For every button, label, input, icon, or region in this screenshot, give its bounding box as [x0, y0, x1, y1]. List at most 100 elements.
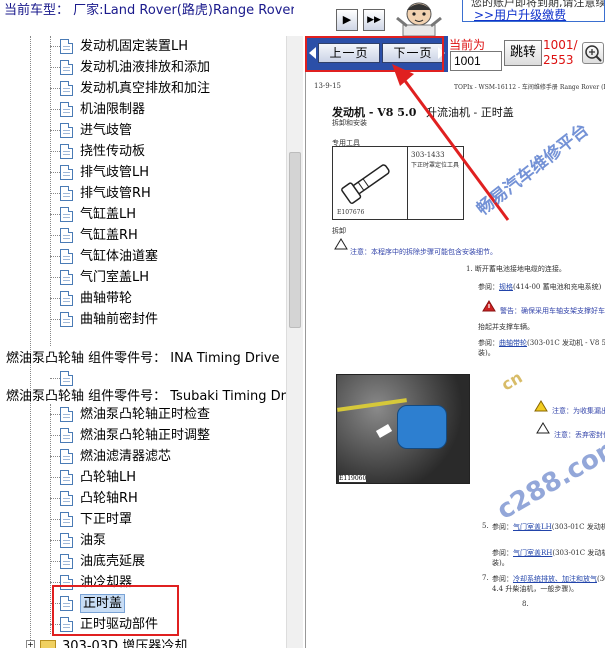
- caution-triangle-icon: [534, 400, 548, 412]
- ref-2-link[interactable]: 曲轴带轮: [499, 339, 527, 347]
- ref-1-prefix: 参阅：: [478, 283, 499, 291]
- ref-7-link[interactable]: 冷却系统排放、加注和放气: [513, 575, 597, 583]
- expand-plus-icon[interactable]: +: [26, 640, 35, 648]
- tree-group-tsubaki-label: 燃油泵凸轮轴 组件零件号： Tsubaki Timing Drive: [6, 389, 286, 404]
- tree-connector: [50, 378, 60, 379]
- tree-item[interactable]: 燃油泵凸轮轴正时检查: [0, 404, 286, 425]
- tree-item[interactable]: 曲轴带轮: [0, 288, 286, 309]
- tool-image-id: E107676: [337, 209, 365, 216]
- zoom-in-icon: [585, 45, 602, 62]
- ref-2: 参阅：曲轴带轮(303-01C 发动机 - V8 5.0: [478, 338, 605, 348]
- tree-item[interactable]: 进气歧管: [0, 120, 286, 141]
- warning-1: 警告：确保采用车轴支架支撑好车辆。: [500, 307, 605, 315]
- document-icon: [60, 449, 73, 464]
- mini-last-button[interactable]: ▶▶: [363, 9, 385, 31]
- tree-scrollbar[interactable]: [286, 36, 303, 648]
- tree-item-label: 燃油泵凸轮轴正时调整: [80, 428, 211, 443]
- document-icon: [60, 186, 73, 201]
- ref-5-link[interactable]: 气门室盖LH: [513, 523, 552, 531]
- tree-item-label: 凸轮轴LH: [80, 470, 137, 485]
- car-type-prefix: 当前车型：: [4, 3, 70, 18]
- tree-item[interactable]: 下正时罩: [0, 509, 286, 530]
- tree-connector: [50, 130, 60, 131]
- tree-connector: [50, 109, 60, 110]
- upgrade-link[interactable]: >>用户升级缴费: [474, 6, 566, 23]
- top-strip: 当前车型： 厂家:Land Rover(路虎)Range Rover(揽胜)20…: [0, 0, 605, 36]
- engine-cover-part: [397, 405, 447, 449]
- step-8: 8.: [522, 600, 529, 608]
- mini-next-button[interactable]: ▶: [336, 9, 358, 31]
- tree-group-ina-label: 燃油泵凸轮轴 组件零件号： INA Timing Drive: [6, 351, 280, 366]
- ref-1: 参阅：规格(414-00 蓄电池和充电系统): [478, 282, 601, 292]
- ref-2-prefix: 参阅：: [478, 339, 499, 347]
- tree-item[interactable]: 凸轮轴LH: [0, 467, 286, 488]
- tree-item-label: 发动机固定装置LH: [80, 39, 189, 54]
- document-icon: [60, 102, 73, 117]
- note-1: 注意：本程序中的拆除步骤可能包含安装细节。: [350, 248, 497, 256]
- tree-connector: [50, 256, 60, 257]
- tree-item-label: 燃油泵凸轮轴正时检查: [80, 407, 211, 422]
- tree-item[interactable]: 气缸盖LH: [0, 204, 286, 225]
- document-icon: [60, 123, 73, 138]
- page-current: 1001/: [543, 38, 578, 52]
- document-icon: [60, 428, 73, 443]
- tree-item[interactable]: 气缸体油道塞: [0, 246, 286, 267]
- tree-connector: [50, 46, 60, 47]
- document-icon: [60, 470, 73, 485]
- document-icon: [60, 81, 73, 96]
- document-icon: [60, 491, 73, 506]
- step-7: 7.: [482, 574, 489, 582]
- tree-connector: [50, 214, 60, 215]
- ref-2-suffix: (303-01C 发动机 - V8 5.0: [527, 339, 605, 347]
- document-icon: [60, 554, 73, 569]
- tree-item-label: 发动机真空排放和加注: [80, 81, 211, 96]
- tree-item[interactable]: 发动机油液排放和添加: [0, 57, 286, 78]
- highlight-box: [52, 585, 179, 636]
- document-icon: [60, 249, 73, 264]
- ref-1-link[interactable]: 规格: [499, 283, 513, 291]
- tree-item[interactable]: 挠性传动板: [0, 141, 286, 162]
- ref-7-line2: 4.4 升柴油机，一般步骤)。: [492, 585, 579, 593]
- note-2: 注意：为收集漏出的: [552, 407, 605, 415]
- ref-7-suffix: (303-0: [597, 575, 605, 583]
- tree-item[interactable]: 气缸盖RH: [0, 225, 286, 246]
- tree-item[interactable]: 机油限制器: [0, 99, 286, 120]
- tree-item-label: 机油限制器: [80, 102, 146, 117]
- tree-item[interactable]: 排气歧管LH: [0, 162, 286, 183]
- note-triangle-icon: [334, 238, 348, 250]
- tree-item[interactable]: 油泵: [0, 530, 286, 551]
- step-5: 5.: [482, 522, 489, 530]
- tree-item[interactable]: 发动机真空排放和加注: [0, 78, 286, 99]
- tree-item[interactable]: 气门室盖LH: [0, 267, 286, 288]
- tree-group-ina[interactable]: 燃油泵凸轮轴 组件零件号： INA Timing Drive: [6, 348, 280, 369]
- ref-6-link[interactable]: 气门室盖RH: [513, 549, 552, 557]
- document-icon: [60, 228, 73, 243]
- zoom-button[interactable]: [582, 42, 604, 64]
- document-icon: [60, 60, 73, 75]
- tree-item-label: 下正时罩: [80, 512, 133, 527]
- car-type-value: 厂家:Land Rover(路虎)Range Rover(揽胜)2010-201…: [73, 3, 294, 18]
- tree-item[interactable]: 曲轴前密封件: [0, 309, 286, 330]
- tree-connector: [50, 151, 60, 152]
- tree-connector: [50, 172, 60, 173]
- tree-item-label: 油泵: [80, 533, 107, 548]
- document-icon: [60, 291, 73, 306]
- tree-item-label: 油底壳延展: [80, 554, 146, 569]
- tree-folder-supercharger[interactable]: + 303-03D 增压器冷却: [0, 636, 286, 648]
- scrollbar-thumb[interactable]: [289, 152, 301, 328]
- tree-connector: [50, 277, 60, 278]
- tree-item[interactable]: 发动机固定装置LH: [0, 36, 286, 57]
- tree-item-label: 气缸体油道塞: [80, 249, 159, 264]
- tree-item[interactable]: 燃油泵凸轮轴正时调整: [0, 425, 286, 446]
- ref-6: 参阅：气门室盖RH(303-01C 发动机: [492, 548, 605, 558]
- note-triangle-icon: [536, 422, 550, 434]
- tree-connector: [50, 235, 60, 236]
- tree-connector: [50, 561, 60, 562]
- tree-item-label: 曲轴带轮: [80, 291, 133, 306]
- tree-item[interactable]: 燃油滤清器滤芯: [0, 446, 286, 467]
- ref-1-suffix: (414-00 蓄电池和充电系统): [513, 283, 602, 291]
- tree-item[interactable]: 油底壳延展: [0, 551, 286, 572]
- tree-item[interactable]: 排气歧管RH: [0, 183, 286, 204]
- tree-item[interactable]: 凸轮轴RH: [0, 488, 286, 509]
- tree-connector: [50, 582, 60, 583]
